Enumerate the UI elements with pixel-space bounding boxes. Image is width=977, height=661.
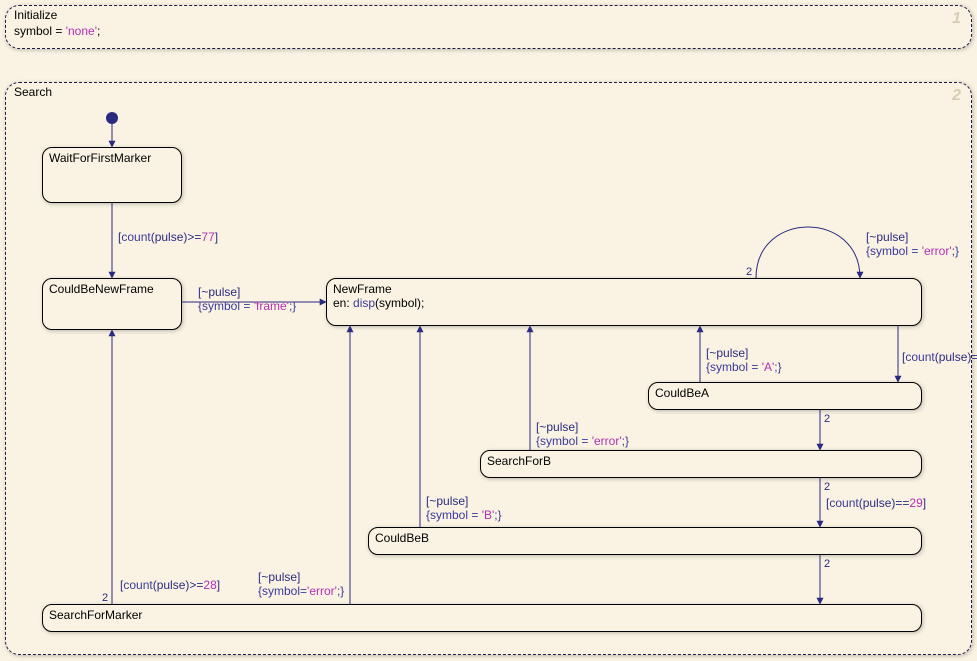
state-label: SearchForMarker [49,608,915,622]
initial-state-icon [106,112,118,124]
superstate-initialize[interactable]: Initialize 1 symbol = 'none'; [5,5,972,49]
state-label: CouldBeNewFrame [49,282,175,296]
state-label: CouldBeB [375,531,915,545]
state-search-for-b[interactable]: SearchForB [480,450,922,478]
superstate-title: Search [14,85,52,99]
state-label: CouldBeA [655,386,915,400]
superstate-title: Initialize [14,8,57,22]
state-could-be-new-frame[interactable]: CouldBeNewFrame [42,278,182,330]
superstate-priority: 2 [952,87,961,105]
state-search-for-marker[interactable]: SearchForMarker [42,604,922,632]
state-could-be-b[interactable]: CouldBeB [368,527,922,555]
state-could-be-a[interactable]: CouldBeA [648,382,922,410]
state-label: NewFrame [333,282,915,296]
state-label: WaitForFirstMarker [49,151,175,165]
state-entry-action: en: disp(symbol); [333,296,915,310]
state-wait-for-first-marker[interactable]: WaitForFirstMarker [42,147,182,203]
init-code: symbol = 'none'; [14,24,100,38]
state-label: SearchForB [487,454,915,468]
state-new-frame[interactable]: NewFrame en: disp(symbol); [326,278,922,326]
superstate-priority: 1 [952,10,961,28]
